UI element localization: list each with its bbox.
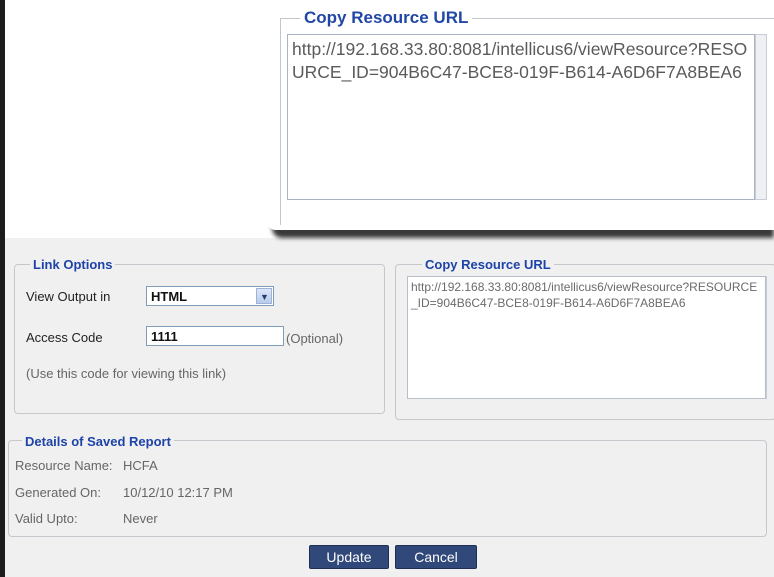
zoom-resource-url-textarea[interactable]: http://192.168.33.80:8081/intellicus6/vi…	[287, 34, 755, 200]
resource-url-textarea[interactable]: http://192.168.33.80:8081/intellicus6/vi…	[407, 276, 766, 399]
view-output-select[interactable]: HTML ▼	[146, 286, 274, 306]
update-button[interactable]: Update	[309, 545, 389, 569]
generated-on-label: Generated On:	[15, 485, 101, 500]
zoom-scrollbar[interactable]	[755, 34, 767, 200]
zoom-legend: Copy Resource URL	[300, 8, 473, 28]
access-code-input[interactable]: 1111	[146, 326, 284, 346]
optional-text: (Optional)	[286, 331, 344, 346]
dialog-frame: Copy Resource URL http://192.168.33.80:8…	[0, 0, 774, 577]
dropdown-arrow-icon[interactable]: ▼	[256, 288, 272, 304]
access-code-hint: (Use this code for viewing this link)	[26, 366, 227, 381]
url-textarea-scrollbar[interactable]	[766, 276, 774, 399]
view-output-label: View Output in	[26, 289, 111, 304]
cancel-button[interactable]: Cancel	[395, 545, 477, 569]
view-output-value: HTML	[151, 289, 188, 304]
details-fieldset	[8, 440, 767, 537]
copy-resource-legend: Copy Resource URL	[422, 257, 554, 273]
link-options-legend: Link Options	[30, 257, 116, 273]
details-legend: Details of Saved Report	[22, 434, 174, 450]
access-code-label: Access Code	[26, 330, 103, 345]
resource-name-label: Resource Name:	[15, 458, 113, 473]
window-edge	[0, 0, 5, 577]
resource-name-value: HCFA	[123, 458, 158, 473]
valid-upto-value: Never	[123, 511, 158, 526]
generated-on-value: 10/12/10 12:17 PM	[123, 485, 233, 500]
valid-upto-label: Valid Upto:	[15, 511, 78, 526]
